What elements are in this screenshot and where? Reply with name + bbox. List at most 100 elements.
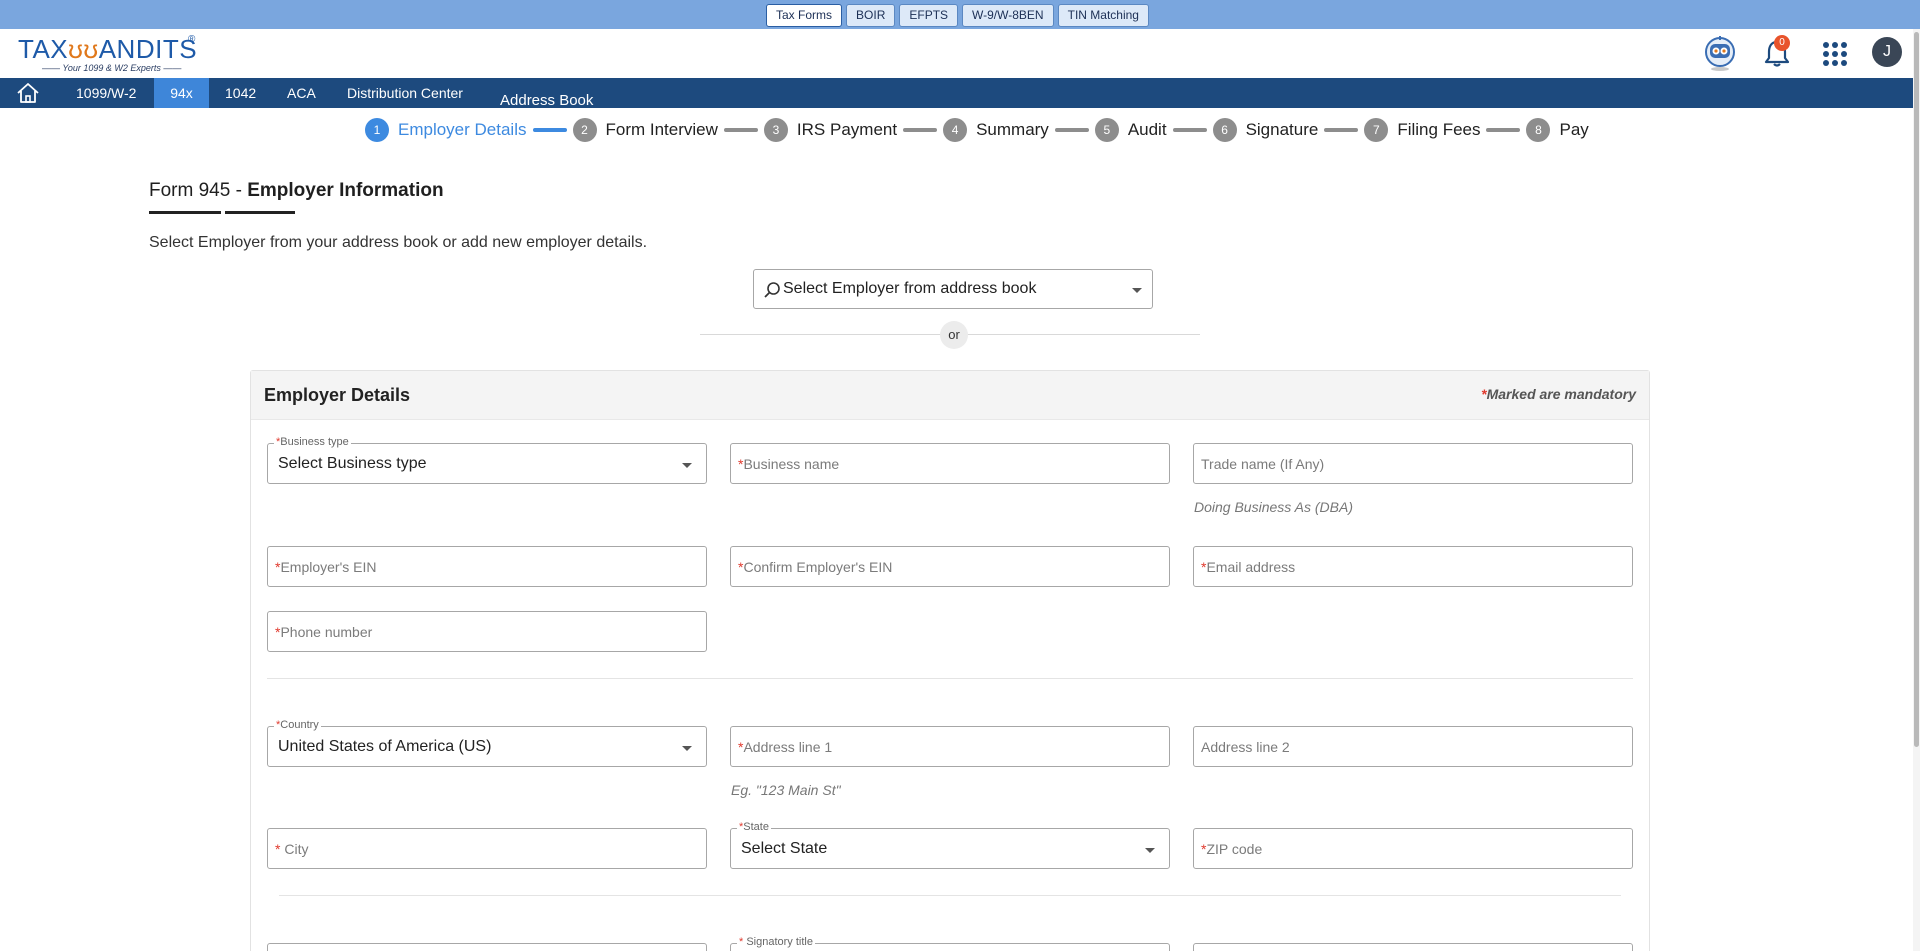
employer-details-card: Employer Details *Marked are mandatory *… <box>250 370 1650 951</box>
user-avatar[interactable]: J <box>1872 37 1902 67</box>
state-label: *State <box>737 821 771 833</box>
nav-item-1099-w2[interactable]: 1099/W-2 <box>60 78 152 108</box>
step-number: 5 <box>1094 118 1119 142</box>
tab-tin-matching[interactable]: TIN Matching <box>1057 4 1149 27</box>
tab-efpts[interactable]: EFPTS <box>899 4 959 27</box>
page-title-main: Employer Information <box>247 180 444 201</box>
employer-ein-field[interactable]: *Employer's EIN <box>267 546 707 587</box>
nav-item-94x[interactable]: 94x <box>154 78 209 108</box>
title-underline <box>225 211 295 214</box>
progress-stepper: 1 Employer Details 2 Form Interview 3 IR… <box>365 118 1589 142</box>
step-number: 2 <box>572 118 597 142</box>
page-instructions: Select Employer from your address book o… <box>149 234 648 251</box>
step-label: Signature <box>1245 120 1319 139</box>
step-number: 8 <box>1526 118 1551 142</box>
step-audit[interactable]: 5 Audit <box>1094 118 1167 142</box>
country-value: United States of America (US) <box>278 738 492 755</box>
step-employer-details[interactable]: 1 Employer Details <box>365 118 527 142</box>
nav-item-1042[interactable]: 1042 <box>209 78 272 108</box>
confirm-ein-field[interactable]: *Confirm Employer's EIN <box>730 546 1170 587</box>
address-line1-input[interactable] <box>731 727 1169 766</box>
tab-w9-w8ben[interactable]: W-9/W-8BEN <box>962 4 1054 27</box>
signatory-title-select[interactable]: * Signatory title <box>730 936 1170 951</box>
scrollbar-thumb[interactable] <box>1914 32 1919 747</box>
or-label: or <box>940 321 968 349</box>
signatory-phone-field[interactable] <box>1193 943 1633 951</box>
business-name-input[interactable] <box>731 444 1169 483</box>
step-connector <box>903 128 938 132</box>
step-label: Filing Fees <box>1397 120 1481 139</box>
step-number: 7 <box>1364 118 1389 142</box>
tab-boir[interactable]: BOIR <box>846 4 896 27</box>
city-field[interactable]: * City <box>267 828 707 869</box>
state-value: Select State <box>741 840 828 857</box>
address-hint: Eg. "123 Main St" <box>731 782 841 798</box>
app-header: TAXʊʊANDITS ® —— Your 1099 & W2 Experts … <box>0 29 1920 78</box>
card-header: Employer Details *Marked are mandatory <box>251 371 1649 420</box>
employer-select-text: Select Employer from address book <box>783 280 1037 297</box>
business-type-select[interactable]: *Business type Select Business type <box>267 436 707 484</box>
taxbandits-logo[interactable]: TAXʊʊANDITS ® —— Your 1099 & W2 Experts … <box>18 32 202 74</box>
mandatory-note: *Marked are mandatory <box>1481 386 1636 402</box>
step-label: IRS Payment <box>796 120 898 139</box>
business-type-label: *Business type <box>274 436 351 448</box>
search-icon <box>764 282 780 298</box>
step-number: 3 <box>763 118 788 142</box>
form-number: Form 945 - <box>149 180 248 201</box>
nav-item-address-book[interactable]: Address Book <box>500 92 593 109</box>
step-signature[interactable]: 6 Signature <box>1212 118 1319 142</box>
address-line2-field[interactable]: Address line 2 <box>1193 726 1633 767</box>
signatory-name-field[interactable] <box>267 943 707 951</box>
step-number: 1 <box>365 118 389 142</box>
step-filing-fees[interactable]: 7 Filing Fees <box>1364 118 1480 142</box>
step-form-interview[interactable]: 2 Form Interview <box>572 118 718 142</box>
zip-input[interactable] <box>1194 829 1632 868</box>
phone-input[interactable] <box>268 612 706 651</box>
zip-field[interactable]: *ZIP code <box>1193 828 1633 869</box>
step-number: 4 <box>943 118 968 142</box>
notification-count-badge: 0 <box>1774 35 1790 51</box>
city-input[interactable] <box>268 829 706 868</box>
apps-grid-icon[interactable] <box>1822 41 1848 67</box>
trade-name-field[interactable]: Trade name (If Any) <box>1193 443 1633 484</box>
step-label: Form Interview <box>605 120 718 139</box>
nav-item-aca[interactable]: ACA <box>271 78 332 108</box>
registered-mark: ® <box>188 34 196 45</box>
owl-eyes-icon: ʊʊ <box>68 34 99 64</box>
email-input[interactable] <box>1194 547 1632 586</box>
assistant-bot-icon[interactable] <box>1704 34 1736 72</box>
country-select[interactable]: *Country United States of America (US) <box>267 719 707 767</box>
step-label: Employer Details <box>398 120 527 139</box>
chevron-down-icon <box>682 746 692 751</box>
chevron-down-icon <box>1132 288 1142 293</box>
phone-field[interactable]: *Phone number <box>267 611 707 652</box>
chevron-down-icon <box>1145 848 1155 853</box>
step-irs-payment[interactable]: 3 IRS Payment <box>763 118 898 142</box>
nav-item-distribution-center[interactable]: Distribution Center <box>331 78 479 108</box>
step-connector <box>723 128 758 132</box>
address-line1-field[interactable]: *Address line 1 <box>730 726 1170 767</box>
step-label: Audit <box>1127 120 1167 139</box>
step-summary[interactable]: 4 Summary <box>943 118 1049 142</box>
home-icon[interactable] <box>14 82 42 104</box>
business-name-field[interactable]: *Business name <box>730 443 1170 484</box>
address-line2-input[interactable] <box>1194 727 1632 766</box>
trade-name-input[interactable] <box>1194 444 1632 483</box>
business-type-value: Select Business type <box>278 455 427 472</box>
step-pay[interactable]: 8 Pay <box>1526 118 1589 142</box>
step-connector <box>1172 128 1207 132</box>
tab-tax-forms[interactable]: Tax Forms <box>766 4 843 27</box>
state-select[interactable]: *State Select State <box>730 821 1170 869</box>
employer-address-book-select[interactable]: Select Employer from address book <box>753 269 1153 309</box>
step-number: 6 <box>1212 118 1237 142</box>
card-title: Employer Details <box>264 385 411 405</box>
product-tab-strip: Tax Forms BOIR EFPTS W-9/W-8BEN TIN Matc… <box>0 0 1920 29</box>
email-field[interactable]: *Email address <box>1193 546 1633 587</box>
product-tabs: Tax Forms BOIR EFPTS W-9/W-8BEN TIN Matc… <box>766 4 1149 27</box>
logo-text-post: ANDITS <box>98 34 198 64</box>
step-connector <box>1324 128 1359 132</box>
step-connector <box>1054 128 1089 132</box>
page-title: Form 945 - Employer Information <box>149 180 444 202</box>
confirm-ein-input[interactable] <box>731 547 1169 586</box>
employer-ein-input[interactable] <box>268 547 706 586</box>
